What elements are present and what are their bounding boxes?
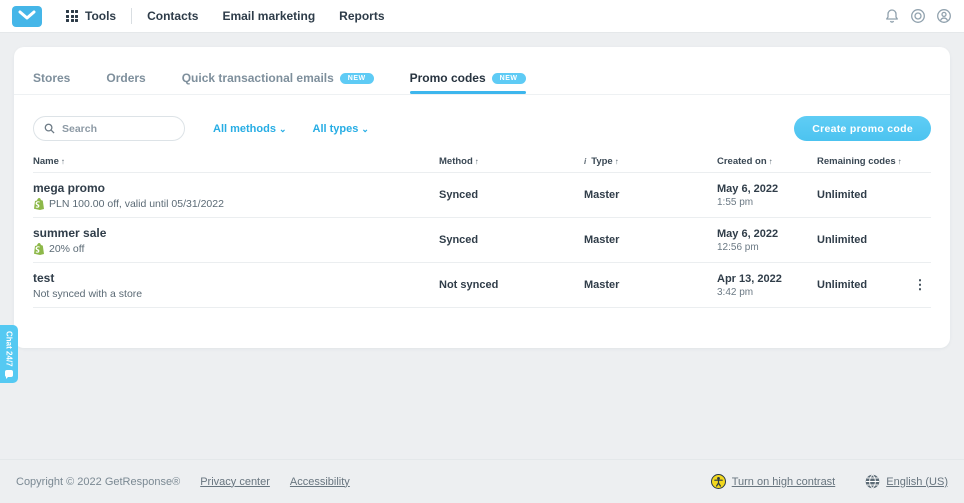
created-time: 3:42 pm: [717, 287, 817, 298]
remaining-codes-cell: Unlimited: [817, 234, 909, 246]
created-time: 12:56 pm: [717, 242, 817, 253]
created-time: 1:55 pm: [717, 197, 817, 208]
shopify-store-icon: [33, 198, 44, 210]
sort-asc-icon: ↑: [615, 157, 619, 166]
shopify-store-icon: [33, 243, 44, 255]
main-nav: Contacts Email marketing Reports: [147, 9, 384, 23]
bell-icon[interactable]: [884, 8, 900, 24]
topbar-actions: [884, 8, 952, 24]
tab-stores[interactable]: Stores: [33, 71, 70, 94]
help-icon[interactable]: [910, 8, 926, 24]
remaining-codes-cell: Unlimited: [817, 189, 909, 201]
column-header-remaining-codes[interactable]: Remaining codes↑: [817, 156, 909, 167]
table-header-row: Name↑ Method↑ iType↑ Created on↑ Remaini…: [33, 151, 931, 173]
promo-name: mega promo: [33, 181, 439, 195]
table-toolbar: All methods⌄ All types⌄ Create promo cod…: [14, 95, 950, 151]
promo-codes-table: Name↑ Method↑ iType↑ Created on↑ Remaini…: [14, 151, 950, 308]
filter-all-types[interactable]: All types⌄: [313, 123, 369, 135]
promo-codes-card: Stores Orders Quick transactional emails…: [14, 47, 950, 348]
chevron-down-icon: ⌄: [279, 124, 287, 134]
promo-detail-text: PLN 100.00 off, valid until 05/31/2022: [49, 198, 224, 210]
envelope-icon: [18, 10, 36, 22]
footer-left: Copyright © 2022 GetResponse® Privacy ce…: [16, 476, 350, 488]
row-menu-button[interactable]: ⋮: [909, 277, 931, 293]
nav-divider: [131, 8, 132, 24]
tools-menu-label: Tools: [85, 9, 116, 23]
sort-asc-icon: ↑: [898, 157, 902, 166]
type-cell: Master: [584, 189, 717, 201]
globe-icon: [865, 474, 880, 489]
column-header-name[interactable]: Name↑: [33, 156, 439, 167]
chat-bubble-icon: [5, 370, 13, 377]
method-cell: Not synced: [439, 279, 584, 291]
filters: All methods⌄ All types⌄: [213, 123, 369, 135]
page-footer: Copyright © 2022 GetResponse® Privacy ce…: [0, 459, 964, 503]
tab-orders[interactable]: Orders: [106, 71, 145, 94]
method-cell: Synced: [439, 189, 584, 201]
table-row[interactable]: test Not synced with a store Not synced …: [33, 263, 931, 308]
promo-name-cell: test Not synced with a store: [33, 271, 439, 300]
created-date: May 6, 2022: [717, 228, 817, 240]
type-cell: Master: [584, 234, 717, 246]
chat-24-7-tab[interactable]: Chat 24/7: [0, 325, 18, 383]
tab-promo-codes[interactable]: Promo codes NEW: [410, 71, 526, 94]
sort-asc-icon: ↑: [769, 157, 773, 166]
high-contrast-toggle[interactable]: Turn on high contrast: [711, 474, 836, 489]
created-date: Apr 13, 2022: [717, 273, 817, 285]
copyright-text: Copyright © 2022 GetResponse®: [16, 476, 180, 488]
search-icon: [44, 123, 55, 134]
high-contrast-label: Turn on high contrast: [732, 476, 836, 488]
table-body: mega promo PLN 100.00 off, valid until 0…: [33, 173, 931, 308]
store-tabs: Stores Orders Quick transactional emails…: [14, 47, 950, 95]
chevron-down-icon: ⌄: [361, 124, 369, 134]
promo-detail-text: 20% off: [49, 243, 84, 255]
sort-asc-icon: ↑: [475, 157, 479, 166]
promo-detail: PLN 100.00 off, valid until 05/31/2022: [33, 198, 439, 210]
high-contrast-icon: [711, 474, 726, 489]
new-badge: NEW: [340, 73, 374, 84]
nav-item-reports[interactable]: Reports: [339, 9, 384, 23]
created-date: May 6, 2022: [717, 183, 817, 195]
filter-all-methods[interactable]: All methods⌄: [213, 123, 287, 135]
language-label: English (US): [886, 476, 948, 488]
created-on-cell: May 6, 2022 12:56 pm: [717, 228, 817, 253]
table-row[interactable]: summer sale 20% off Synced Master May 6,…: [33, 218, 931, 263]
type-cell: Master: [584, 279, 717, 291]
create-promo-code-button[interactable]: Create promo code: [794, 116, 931, 141]
privacy-center-link[interactable]: Privacy center: [200, 476, 270, 488]
column-header-created-on[interactable]: Created on↑: [717, 156, 817, 167]
top-navigation-bar: Tools Contacts Email marketing Reports: [0, 0, 964, 33]
table-row[interactable]: mega promo PLN 100.00 off, valid until 0…: [33, 173, 931, 218]
account-icon[interactable]: [936, 8, 952, 24]
promo-name-cell: summer sale 20% off: [33, 226, 439, 255]
sort-asc-icon: ↑: [61, 157, 65, 166]
tab-quick-transactional-emails[interactable]: Quick transactional emails NEW: [182, 71, 374, 94]
search-box[interactable]: [33, 116, 185, 141]
promo-detail-text: Not synced with a store: [33, 288, 142, 300]
search-input[interactable]: [62, 123, 174, 135]
created-on-cell: May 6, 2022 1:55 pm: [717, 183, 817, 208]
remaining-codes-cell: Unlimited: [817, 279, 909, 291]
apps-grid-icon: [66, 10, 78, 22]
footer-right: Turn on high contrast English (US): [711, 474, 948, 489]
promo-name-cell: mega promo PLN 100.00 off, valid until 0…: [33, 181, 439, 210]
tools-menu-button[interactable]: Tools: [66, 9, 116, 23]
nav-item-email-marketing[interactable]: Email marketing: [222, 9, 315, 23]
accessibility-link[interactable]: Accessibility: [290, 476, 350, 488]
nav-item-contacts[interactable]: Contacts: [147, 9, 198, 23]
chat-tab-label: Chat 24/7: [5, 331, 14, 367]
promo-detail: 20% off: [33, 243, 439, 255]
created-on-cell: Apr 13, 2022 3:42 pm: [717, 273, 817, 298]
method-cell: Synced: [439, 234, 584, 246]
promo-name: summer sale: [33, 226, 439, 240]
language-selector[interactable]: English (US): [865, 474, 948, 489]
promo-name: test: [33, 271, 439, 285]
promo-detail: Not synced with a store: [33, 288, 439, 300]
info-icon: i: [584, 157, 586, 166]
column-header-type[interactable]: iType↑: [584, 156, 717, 167]
new-badge: NEW: [492, 73, 526, 84]
getresponse-logo[interactable]: [12, 6, 42, 27]
column-header-method[interactable]: Method↑: [439, 156, 584, 167]
